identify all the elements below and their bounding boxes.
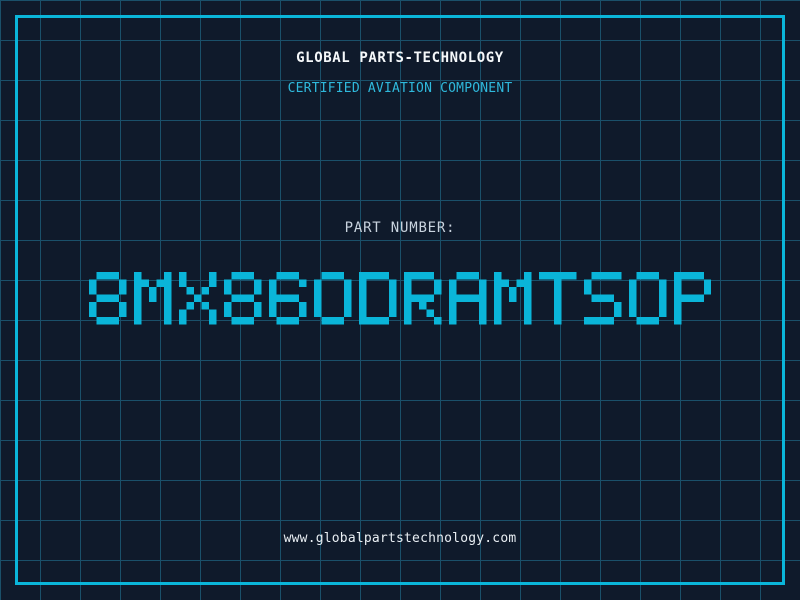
website-url: www.globalpartstechnology.com [0, 531, 800, 546]
certification-subtitle: CERTIFIED AVIATION COMPONENT [0, 81, 800, 96]
part-number-label: PART NUMBER: [0, 220, 800, 236]
blueprint-canvas: GLOBAL PARTS-TECHNOLOGY CERTIFIED AVIATI… [0, 0, 800, 600]
part-number-glyphs [89, 272, 712, 325]
part-number-pixel-text [0, 272, 800, 325]
company-name: GLOBAL PARTS-TECHNOLOGY [0, 50, 800, 66]
